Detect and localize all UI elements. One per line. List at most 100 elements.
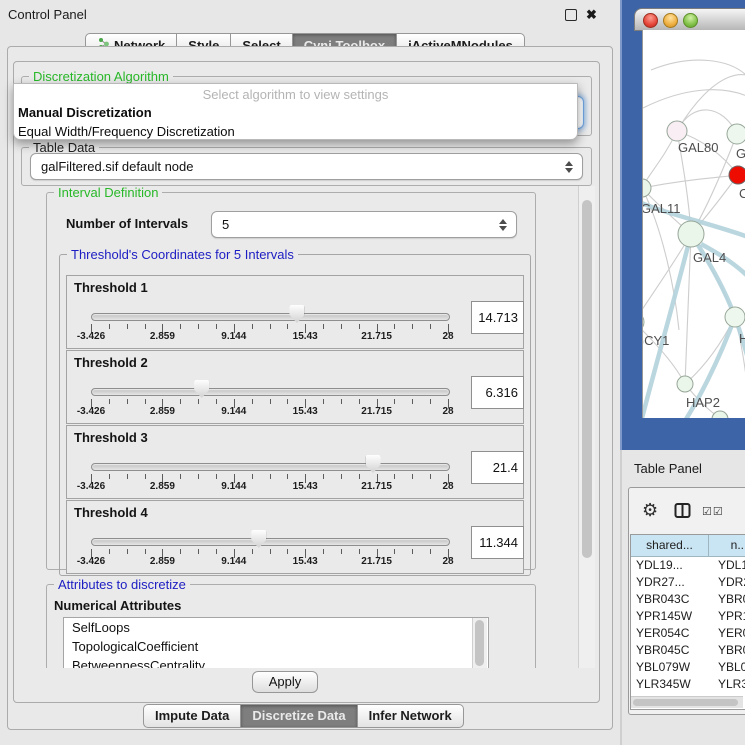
slider-tick-label: 2.859 [150,406,175,417]
algorithm-option-equal-width-frequency-discretization[interactable]: Equal Width/Frequency Discretization [14,123,577,142]
threshold-box-3: Threshold 3-3.4262.8599.14415.4321.71528… [66,425,524,499]
attributes-list-scrollbar[interactable] [472,618,487,668]
list-item[interactable]: TopologicalCoefficient [64,637,488,656]
threshold-value-field[interactable]: 11.344 [471,526,524,559]
table-row[interactable]: YLR345WYLR3 [631,676,745,693]
network-node[interactable] [643,312,644,332]
network-node-label: GAL80 [678,140,718,155]
slider-tick [359,324,360,329]
network-window-titlebar[interactable] [634,8,745,31]
columns-icon[interactable] [674,502,691,524]
settings-scrollbar[interactable] [578,186,595,668]
slider-tick-label: 9.144 [221,556,246,567]
minimize-traffic-light-icon[interactable] [663,13,678,28]
slider-tick [341,399,342,404]
slider-tick-label: 21.715 [361,481,392,492]
network-edge [643,175,738,188]
column-header-n-[interactable]: n... [709,535,745,557]
table-row[interactable]: YER054CYER0 [631,625,745,642]
threshold-label: Threshold 3 [74,430,148,445]
network-edge [643,234,691,322]
threshold-value-field[interactable]: 6.316 [471,376,524,409]
close-icon[interactable]: ✖ [586,8,597,21]
table-row[interactable]: YDR27...YDR2 [631,574,745,591]
slider-tick [252,549,253,554]
slider-tick [412,324,413,329]
network-node[interactable] [678,221,704,247]
combo-arrows-icon [564,161,573,173]
slider-tick [109,399,110,404]
slider-tick [127,474,128,479]
slider-tick-label: 28 [442,481,453,492]
table-row[interactable]: YBL079WYBL0 [631,659,745,676]
algorithm-group-title: Discretization Algorithm [29,69,173,84]
threshold-slider-track[interactable] [91,388,450,396]
attributes-group-title: Attributes to discretize [54,577,190,592]
table-cell: YBR043C [631,591,713,608]
threshold-slider-track[interactable] [91,313,450,321]
table-body: YDL19...YDL1YDR27...YDR2YBR043CYBR0YPR14… [631,557,745,710]
slider-tick [341,549,342,554]
table-row[interactable]: YBR043CYBR0 [631,591,745,608]
network-node[interactable] [727,124,745,144]
slider-tick [198,324,199,329]
network-node[interactable] [725,307,745,327]
slider-tick [180,399,181,404]
numerical-attributes-label: Numerical Attributes [54,598,181,613]
tab-discretize-data[interactable]: Discretize Data [241,704,357,728]
apply-button[interactable]: Apply [252,671,318,693]
network-node[interactable] [712,411,728,418]
table-row[interactable]: YBR045CYBR0 [631,642,745,659]
table-row[interactable]: YDL19...YDL1 [631,557,745,574]
table-cell: YBL079W [631,659,713,676]
network-node-label: GCY1 [643,333,669,348]
slider-tick [412,399,413,404]
table-data-combobox-value: galFiltered.sif default node [31,159,564,174]
network-node[interactable] [677,376,693,392]
slider-tick [216,474,217,479]
tab-impute-data[interactable]: Impute Data [143,704,241,728]
table-hscrollbar[interactable] [631,696,743,708]
float-window-icon[interactable] [565,9,577,21]
num-intervals-combobox[interactable]: 5 [211,211,517,238]
numerical-attributes-list[interactable]: SelfLoopsTopologicalCoefficientBetweenne… [63,617,489,668]
threshold-box-2: Threshold 2-3.4262.8599.14415.4321.71528… [66,350,524,424]
list-item[interactable]: BetweennessCentrality [64,656,488,668]
slider-tick [270,549,271,554]
algorithm-option-manual-discretization[interactable]: Manual Discretization [14,104,577,123]
table-cell: YBR0 [713,591,745,608]
threshold-value-field[interactable]: 14.713 [471,301,524,334]
network-node[interactable] [643,179,651,197]
network-canvas[interactable]: GAL80GACGAL11GAL4GCY1HHAP2 [642,30,745,418]
slider-tick-label: 28 [442,406,453,417]
slider-tick [341,474,342,479]
network-node[interactable] [667,121,687,141]
slider-tick-label: 2.859 [150,331,175,342]
checkbox-pair-icon[interactable]: ☑☑ [702,505,724,518]
column-header-shared-[interactable]: shared... [631,535,709,557]
network-node[interactable] [729,166,745,184]
slider-tick [323,549,324,554]
list-item[interactable]: SelfLoops [64,618,488,637]
tab-infer-network[interactable]: Infer Network [358,704,464,728]
close-traffic-light-icon[interactable] [643,13,658,28]
threshold-value-field[interactable]: 21.4 [471,451,524,484]
slider-tick-label: 15.43 [293,556,318,567]
network-node-label: GAL4 [693,250,726,265]
zoom-traffic-light-icon[interactable] [683,13,698,28]
algorithm-popup-items: Manual DiscretizationEqual Width/Frequen… [14,104,577,142]
table-cell: YLR3 [713,676,745,693]
slider-tick [270,474,271,479]
slider-tick [323,399,324,404]
table-row[interactable]: YPR145WYPR1 [631,608,745,625]
slider-tick [145,549,146,554]
threshold-slider-track[interactable] [91,463,450,471]
node-table[interactable]: shared...n... YDL19...YDL1YDR27...YDR2YB… [630,534,745,710]
screen: Control Panel ✖ NetworkStyleSelectCyni T… [0,0,745,745]
slider-tick [127,399,128,404]
slider-tick-label: -3.426 [77,481,105,492]
table-data-combobox[interactable]: galFiltered.sif default node [30,153,583,180]
threshold-slider-track[interactable] [91,538,450,546]
gear-icon[interactable]: ⚙ [642,501,658,519]
slider-tick [216,324,217,329]
